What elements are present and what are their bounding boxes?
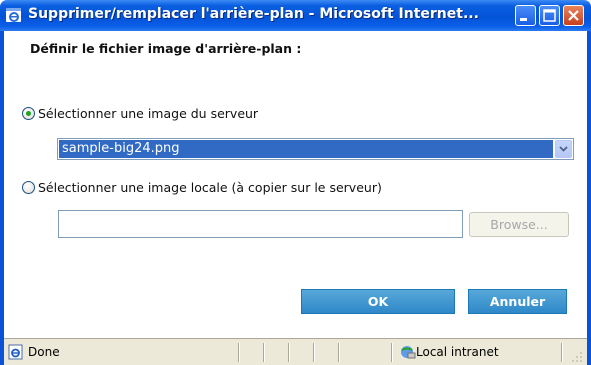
server-image-option[interactable]: Sélectionner une image du serveur xyxy=(22,106,258,121)
status-divider xyxy=(313,343,315,362)
maximize-icon xyxy=(543,9,556,22)
ok-button[interactable]: OK xyxy=(301,289,455,314)
status-divider xyxy=(391,343,393,362)
local-image-label[interactable]: Sélectionner une image locale (à copier … xyxy=(38,180,382,195)
local-image-radio[interactable] xyxy=(22,181,35,194)
title-bar[interactable]: Supprimer/remplacer l'arrière-plan - Mic… xyxy=(0,0,591,31)
chevron-down-icon xyxy=(559,146,568,152)
local-file-input[interactable] xyxy=(58,210,463,238)
server-image-select[interactable]: sample-big24.png xyxy=(57,138,574,160)
server-image-label[interactable]: Sélectionner une image du serveur xyxy=(38,106,258,121)
security-zone-label: Local intranet xyxy=(416,345,499,359)
status-divider xyxy=(238,343,240,362)
status-text: Done xyxy=(28,345,60,359)
minimize-icon xyxy=(520,18,527,21)
server-image-selected-value: sample-big24.png xyxy=(59,140,553,158)
status-divider xyxy=(338,343,340,362)
dialog-heading: Définir le fichier image d'arrière-plan … xyxy=(30,41,302,56)
status-divider xyxy=(561,343,563,362)
close-button[interactable] xyxy=(563,5,584,26)
close-icon xyxy=(568,10,579,21)
maximize-button[interactable] xyxy=(539,5,560,26)
browse-button[interactable]: Browse... xyxy=(469,212,569,237)
dropdown-button[interactable] xyxy=(555,140,572,158)
resize-grip-icon[interactable] xyxy=(571,351,583,363)
cancel-button[interactable]: Annuler xyxy=(468,289,567,314)
ie-icon xyxy=(6,8,21,22)
window-frame-right xyxy=(587,31,591,365)
server-image-radio[interactable] xyxy=(22,107,35,120)
status-bar: Done Local intranet xyxy=(4,338,587,365)
local-intranet-icon xyxy=(401,346,416,359)
status-divider xyxy=(263,343,265,362)
ie-page-icon xyxy=(8,344,23,360)
status-divider xyxy=(288,343,290,362)
window-title: Supprimer/remplacer l'arrière-plan - Mic… xyxy=(28,6,479,22)
local-image-option[interactable]: Sélectionner une image locale (à copier … xyxy=(22,180,382,195)
minimize-button[interactable] xyxy=(515,5,536,26)
